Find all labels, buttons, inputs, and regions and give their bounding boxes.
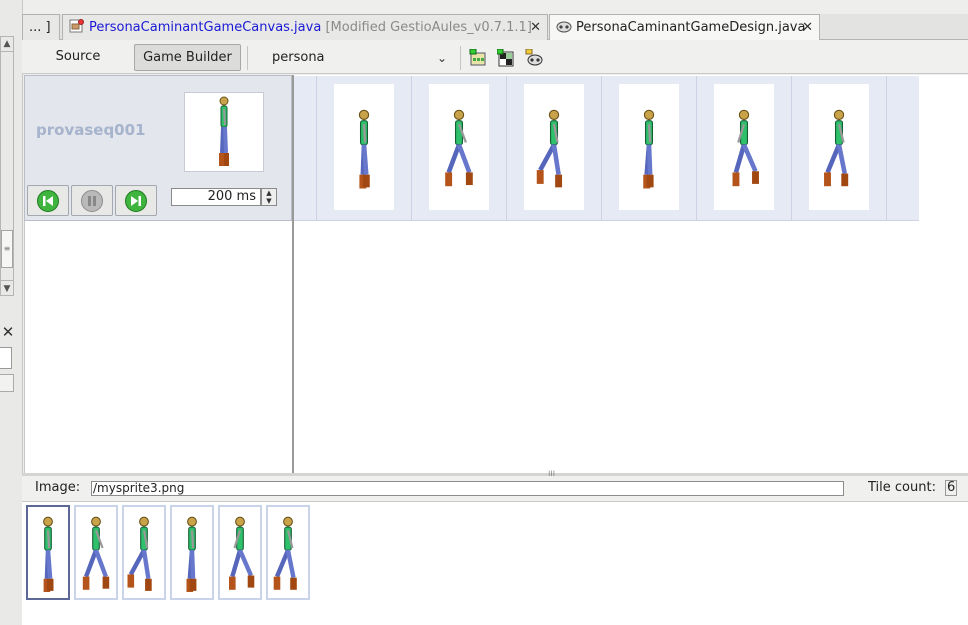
tab-overflow[interactable]: ... ] (22, 14, 60, 40)
new-tiled-layer-icon[interactable] (469, 49, 487, 67)
frame-delay-field[interactable]: 200 ms (171, 188, 261, 206)
tile-count-label: Tile count: (868, 480, 936, 495)
walker-figure (219, 96, 229, 166)
tab-close-icon[interactable]: ✕ (530, 15, 541, 40)
tile[interactable] (26, 505, 70, 600)
tab-gamedesign[interactable]: PersonaCaminantGameDesign.java ✕ (549, 14, 820, 41)
frame-image (714, 84, 774, 210)
delay-spinner[interactable]: ▲ ▼ (261, 188, 277, 206)
game-design-icon (556, 19, 572, 33)
pause-icon (81, 190, 103, 212)
game-builder-button[interactable]: Game Builder (134, 44, 241, 71)
previous-frame-icon (37, 190, 59, 212)
frame-image (334, 84, 394, 210)
scroll-up-icon[interactable]: ▲ (0, 36, 14, 52)
frame-image (809, 84, 869, 210)
java-file-icon (69, 19, 85, 33)
sequence-name: provaseq001 (36, 121, 146, 139)
pause-button[interactable] (71, 185, 113, 216)
image-path-field[interactable]: /mysprite3.png (91, 481, 844, 496)
tab-gamecanvas-label: PersonaCaminantGameCanvas.java (89, 20, 322, 35)
scrollbar-thumb[interactable]: ≡ (1, 230, 13, 268)
tab-close-icon[interactable]: ✕ (802, 15, 813, 40)
image-label: Image: (35, 480, 81, 495)
tab-gamecanvas[interactable]: PersonaCaminantGameCanvas.java [Modified… (62, 14, 548, 40)
tile[interactable] (266, 505, 310, 600)
previous-frame-button[interactable] (27, 185, 69, 216)
tile[interactable] (218, 505, 262, 600)
frame-image (524, 84, 584, 210)
tile-count-value[interactable]: 6 (945, 480, 958, 496)
left-tab[interactable] (0, 374, 14, 392)
tab-overflow-label: ... ] (29, 20, 51, 35)
new-scene-icon[interactable] (497, 49, 515, 67)
chevron-down-icon[interactable]: ⌄ (434, 45, 450, 71)
sequence-preview (184, 92, 264, 172)
source-button[interactable]: Source (44, 44, 112, 71)
sequence-list-area (24, 221, 292, 473)
close-icon[interactable]: ✕ (0, 322, 16, 342)
next-frame-icon (125, 190, 147, 212)
tab-gamedesign-label: PersonaCaminantGameDesign.java (576, 20, 806, 35)
frame-image (429, 84, 489, 210)
left-field[interactable] (0, 347, 12, 369)
resource-combo[interactable]: persona (266, 45, 454, 71)
next-frame-button[interactable] (115, 185, 157, 216)
toolbar-separator (247, 46, 248, 70)
scroll-down-icon[interactable]: ▼ (0, 280, 14, 296)
frame-insert-slot[interactable] (294, 76, 317, 220)
tile[interactable] (170, 505, 214, 600)
toolbar-separator (460, 46, 461, 70)
tile[interactable] (122, 505, 166, 600)
tile[interactable] (74, 505, 118, 600)
tab-gamecanvas-modified: [Modified GestioAules_v0.7.1.1] (325, 20, 532, 35)
new-sprite-icon[interactable] (525, 49, 543, 67)
frame-image (619, 84, 679, 210)
